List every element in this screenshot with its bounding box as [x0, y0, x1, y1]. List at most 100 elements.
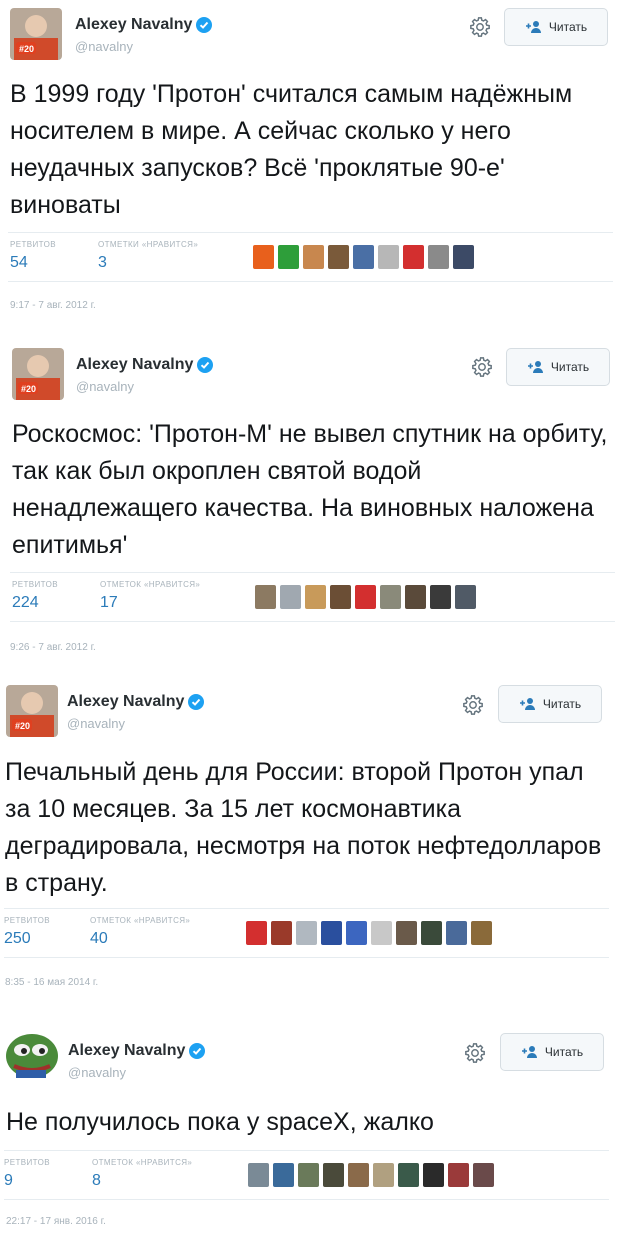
tweet-timestamp[interactable]: 22:17 - 17 янв. 2016 г. [6, 1216, 106, 1227]
retweets-count[interactable]: 54 [10, 254, 28, 272]
author-name-text[interactable]: Alexey Navalny [76, 356, 193, 374]
liker-avatar[interactable] [346, 921, 367, 945]
avatar-pepe[interactable] [4, 1026, 60, 1082]
liker-avatar[interactable] [473, 1163, 494, 1187]
liker-avatar[interactable] [446, 921, 467, 945]
liker-avatar[interactable] [471, 921, 492, 945]
liker-avatar[interactable] [248, 1163, 269, 1187]
follow-button[interactable]: Читать [498, 685, 602, 723]
author-name[interactable]: Alexey Navalny [68, 1042, 206, 1060]
follow-button[interactable]: Читать [500, 1033, 604, 1071]
verified-badge-icon [196, 17, 213, 33]
liker-avatar[interactable] [403, 245, 424, 269]
liker-avatar[interactable] [278, 245, 299, 269]
gear-icon[interactable] [464, 1042, 486, 1064]
tweet-text: Печальный день для России: второй Протон… [5, 758, 602, 897]
gear-icon[interactable] [471, 356, 493, 378]
follow-plus-icon [525, 21, 541, 33]
liker-avatar[interactable] [246, 921, 267, 945]
tweet-stats: РЕТВИТОВ 250 ОТМЕТОК «НРАВИТСЯ» 40 [4, 908, 609, 958]
liker-avatar[interactable] [303, 245, 324, 269]
author-name-text[interactable]: Alexey Navalny [75, 16, 192, 34]
author-name[interactable]: Alexey Navalny [76, 356, 214, 374]
gear-icon[interactable] [462, 694, 484, 716]
svg-text:#20: #20 [15, 721, 30, 731]
likes-count[interactable]: 40 [90, 930, 108, 948]
retweets-label: РЕТВИТОВ [4, 916, 50, 925]
liker-avatar[interactable] [355, 585, 376, 609]
liker-avatar[interactable] [373, 1163, 394, 1187]
follow-button[interactable]: Читать [504, 8, 608, 46]
avatar-navalny[interactable]: #20 [6, 685, 58, 737]
liker-avatar[interactable] [305, 585, 326, 609]
likes-label: ОТМЕТОК «НРАВИТСЯ» [92, 1158, 193, 1167]
author-name[interactable]: Alexey Navalny [75, 16, 213, 34]
liker-avatar[interactable] [353, 245, 374, 269]
verified-badge-icon [188, 694, 205, 710]
tweet-timestamp[interactable]: 9:26 - 7 авг. 2012 г. [10, 642, 96, 653]
author-handle[interactable]: @navalny [68, 1065, 126, 1080]
liker-avatar[interactable] [398, 1163, 419, 1187]
author-name[interactable]: Alexey Navalny [67, 693, 205, 711]
liker-avatar[interactable] [430, 585, 451, 609]
tweet-text: В 1999 году 'Протон' считался самым надё… [10, 80, 573, 219]
tweet-timestamp[interactable]: 8:35 - 16 мая 2014 г. [5, 977, 98, 988]
retweets-count[interactable]: 224 [12, 594, 39, 612]
retweets-label: РЕТВИТОВ [12, 580, 58, 589]
liker-avatars [253, 245, 478, 271]
liker-avatar[interactable] [323, 1163, 344, 1187]
follow-label: Читать [548, 20, 588, 34]
liker-avatar[interactable] [298, 1163, 319, 1187]
liker-avatar[interactable] [380, 585, 401, 609]
author-handle[interactable]: @navalny [76, 379, 134, 394]
likes-count[interactable]: 3 [98, 254, 107, 272]
follow-plus-icon [519, 698, 535, 710]
liker-avatar[interactable] [428, 245, 449, 269]
tweet-timestamp[interactable]: 9:17 - 7 авг. 2012 г. [10, 300, 96, 311]
liker-avatars [255, 585, 480, 611]
author-handle[interactable]: @navalny [67, 716, 125, 731]
avatar-navalny[interactable]: #20 [10, 8, 62, 60]
verified-badge-icon [189, 1043, 206, 1059]
liker-avatar[interactable] [273, 1163, 294, 1187]
liker-avatar[interactable] [328, 245, 349, 269]
likes-label: ОТМЕТКИ «НРАВИТСЯ» [98, 240, 199, 249]
liker-avatar[interactable] [280, 585, 301, 609]
author-handle[interactable]: @navalny [75, 39, 133, 54]
gear-icon[interactable] [469, 16, 491, 38]
follow-plus-icon [521, 1046, 537, 1058]
liker-avatar[interactable] [348, 1163, 369, 1187]
follow-plus-icon [527, 361, 543, 373]
liker-avatar[interactable] [371, 921, 392, 945]
liker-avatar[interactable] [421, 921, 442, 945]
liker-avatars [246, 921, 496, 947]
liker-avatar[interactable] [321, 921, 342, 945]
liker-avatar[interactable] [448, 1163, 469, 1187]
follow-label: Читать [544, 1045, 584, 1059]
likes-label: ОТМЕТОК «НРАВИТСЯ» [90, 916, 191, 925]
liker-avatar[interactable] [296, 921, 317, 945]
liker-avatar[interactable] [255, 585, 276, 609]
likes-label: ОТМЕТОК «НРАВИТСЯ» [100, 580, 201, 589]
liker-avatar[interactable] [330, 585, 351, 609]
liker-avatar[interactable] [271, 921, 292, 945]
liker-avatar[interactable] [423, 1163, 444, 1187]
avatar-navalny[interactable]: #20 [12, 348, 64, 400]
tweet-stats: РЕТВИТОВ 54 ОТМЕТКИ «НРАВИТСЯ» 3 [8, 232, 613, 282]
liker-avatar[interactable] [455, 585, 476, 609]
likes-count[interactable]: 17 [100, 594, 118, 612]
liker-avatar[interactable] [396, 921, 417, 945]
liker-avatar[interactable] [405, 585, 426, 609]
tweet-stats: РЕТВИТОВ 224 ОТМЕТОК «НРАВИТСЯ» 17 [10, 572, 615, 622]
follow-button[interactable]: Читать [506, 348, 610, 386]
retweets-count[interactable]: 9 [4, 1172, 13, 1190]
svg-text:#20: #20 [19, 44, 34, 54]
liker-avatar[interactable] [378, 245, 399, 269]
verified-badge-icon [197, 357, 214, 373]
retweets-count[interactable]: 250 [4, 930, 31, 948]
likes-count[interactable]: 8 [92, 1172, 101, 1190]
author-name-text[interactable]: Alexey Navalny [68, 1042, 185, 1060]
liker-avatar[interactable] [253, 245, 274, 269]
liker-avatar[interactable] [453, 245, 474, 269]
author-name-text[interactable]: Alexey Navalny [67, 693, 184, 711]
